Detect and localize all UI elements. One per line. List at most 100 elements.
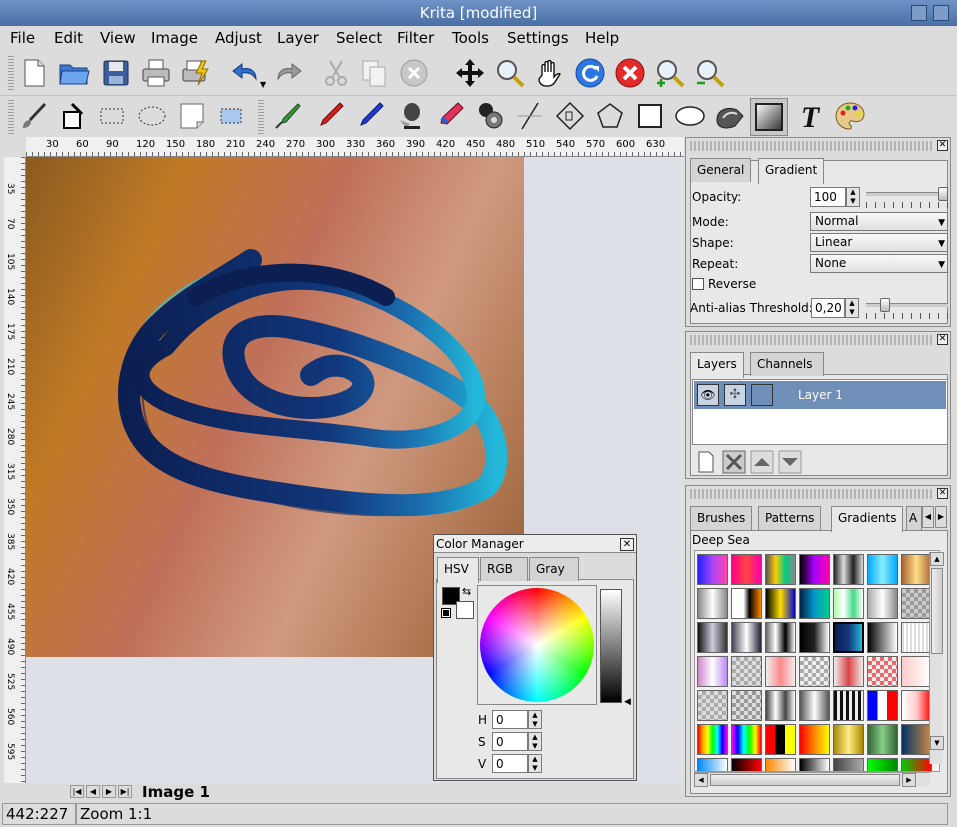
open-folder-icon[interactable]	[58, 57, 90, 89]
gradient-swatch[interactable]	[833, 758, 864, 771]
s-input[interactable]: 0	[492, 732, 528, 751]
v-input[interactable]: 0	[492, 754, 528, 773]
gradient-grid-vscrollbar[interactable]: ▲ ▼	[929, 552, 944, 764]
shape-select[interactable]: Linear ▼	[810, 233, 948, 252]
minimize-button[interactable]	[911, 5, 927, 21]
gradient-swatch[interactable]	[901, 690, 932, 721]
gradient-swatch[interactable]	[901, 554, 932, 585]
gradient-swatch[interactable]	[697, 758, 728, 771]
tab-image-1[interactable]: Image 1	[136, 783, 216, 802]
layer-name[interactable]: Layer 1	[798, 388, 843, 402]
line-icon[interactable]	[514, 100, 546, 132]
gradient-swatch[interactable]	[731, 622, 762, 653]
tab-scroll-right-icon[interactable]: ▶	[935, 506, 947, 528]
dock-handle[interactable]	[690, 335, 934, 345]
gradient-swatch[interactable]	[833, 690, 864, 721]
palette-icon[interactable]	[834, 100, 866, 132]
menu-help[interactable]: Help	[585, 29, 619, 47]
menu-filter[interactable]: Filter	[397, 29, 434, 47]
toolbar-grip[interactable]	[8, 56, 14, 90]
gradient-swatch[interactable]	[901, 622, 932, 653]
rect-select-icon[interactable]	[96, 100, 128, 132]
gradient-swatch[interactable]	[799, 656, 830, 687]
opacity-slider[interactable]	[866, 187, 948, 211]
antialias-slider[interactable]	[866, 298, 948, 322]
cut-icon[interactable]	[320, 57, 352, 89]
ellipse-icon[interactable]	[674, 100, 706, 132]
ellipse-select-icon[interactable]	[136, 100, 168, 132]
menu-view[interactable]: View	[100, 29, 136, 47]
scroll-left-icon[interactable]: ◀	[694, 773, 708, 787]
print-preview-icon[interactable]	[180, 57, 212, 89]
tab-more[interactable]: A	[906, 506, 922, 530]
undo-icon[interactable]	[230, 57, 262, 89]
color-picker-icon[interactable]	[272, 100, 304, 132]
gradient-swatch[interactable]	[833, 554, 864, 585]
maximize-button[interactable]	[933, 5, 949, 21]
antialias-stepper[interactable]: ▲ ▼	[845, 298, 859, 318]
gradient-swatch[interactable]	[867, 690, 898, 721]
s-stepper[interactable]: ▲ ▼	[528, 732, 542, 751]
pan-hand-icon[interactable]	[534, 57, 566, 89]
antialias-input[interactable]: 0,20	[811, 298, 845, 318]
tab-layers[interactable]: Layers	[690, 352, 744, 378]
scroll-thumb[interactable]	[931, 568, 943, 654]
gradient-swatch[interactable]	[799, 690, 830, 721]
rectangle-icon[interactable]	[634, 100, 666, 132]
polyline-icon[interactable]	[554, 100, 586, 132]
gradient-swatch[interactable]	[867, 656, 898, 687]
gradient-swatch[interactable]	[731, 554, 762, 585]
gradient-swatch[interactable]	[867, 622, 898, 653]
gradient-icon[interactable]	[753, 101, 785, 133]
h-stepper[interactable]: ▲ ▼	[528, 710, 542, 729]
gradient-swatch[interactable]	[697, 554, 728, 585]
gradient-swatch[interactable]	[765, 622, 796, 653]
zoom-out-icon[interactable]	[694, 57, 726, 89]
gradient-swatch[interactable]	[765, 758, 796, 771]
scroll-down-icon[interactable]: ▼	[930, 736, 944, 750]
tab-gradients[interactable]: Gradients	[831, 506, 904, 532]
background-color-swatch[interactable]	[456, 601, 474, 619]
close-dock-button[interactable]: ✕	[937, 140, 948, 151]
value-slider-pointer-icon[interactable]: ◀	[624, 697, 631, 707]
gradient-swatch[interactable]	[765, 690, 796, 721]
tab-gradient[interactable]: Gradient	[758, 158, 825, 184]
move-icon[interactable]	[454, 57, 486, 89]
menu-settings[interactable]: Settings	[507, 29, 569, 47]
gradient-swatch[interactable]	[731, 758, 762, 771]
toolbar-grip[interactable]	[8, 100, 14, 134]
zoom-icon[interactable]	[494, 57, 526, 89]
delete-layer-icon[interactable]	[722, 450, 746, 474]
gradient-swatch[interactable]	[799, 554, 830, 585]
close-dock-button[interactable]: ✕	[937, 334, 948, 345]
raise-layer-icon[interactable]	[750, 450, 774, 474]
repeat-select[interactable]: None ▼	[810, 254, 948, 273]
color-manager-title[interactable]: Color Manager	[434, 535, 636, 553]
menu-layer[interactable]: Layer	[277, 29, 319, 47]
gradient-swatch[interactable]	[901, 588, 932, 619]
last-tab-icon[interactable]: ▶|	[118, 785, 132, 798]
tab-brushes[interactable]: Brushes	[690, 506, 753, 530]
link-icon[interactable]: ✣	[724, 384, 746, 406]
gradient-swatch[interactable]	[867, 554, 898, 585]
selection-icon[interactable]	[216, 100, 248, 132]
polygon-icon[interactable]	[594, 100, 626, 132]
eraser-icon[interactable]	[434, 100, 466, 132]
tab-scroll-left-icon[interactable]: ◀	[922, 506, 934, 528]
tab-gray[interactable]: Gray	[529, 557, 579, 581]
opacity-slider-knob[interactable]	[938, 187, 948, 201]
gradient-swatch[interactable]	[731, 588, 762, 619]
pen-icon[interactable]	[314, 100, 346, 132]
gradient-swatch[interactable]	[731, 690, 762, 721]
gradient-swatch[interactable]	[697, 656, 728, 687]
copy-icon[interactable]	[358, 57, 390, 89]
save-icon[interactable]	[100, 57, 132, 89]
gradient-swatch[interactable]	[697, 690, 728, 721]
pen-alt-icon[interactable]	[354, 100, 386, 132]
brush-icon[interactable]	[18, 100, 50, 132]
mode-select[interactable]: Normal ▼	[810, 212, 948, 231]
paste-icon[interactable]	[398, 57, 430, 89]
gradient-swatch[interactable]	[697, 622, 728, 653]
smudge-icon[interactable]	[714, 100, 746, 132]
reset-colors-icon[interactable]	[441, 608, 451, 618]
